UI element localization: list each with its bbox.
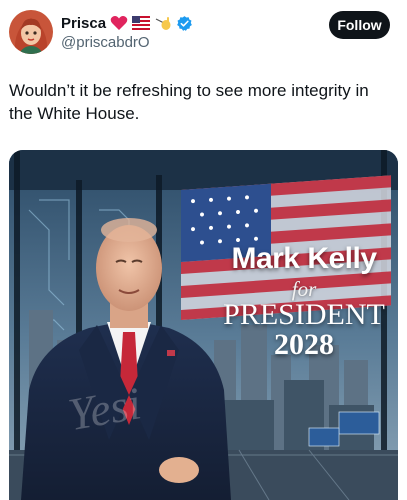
poster-line-year: 2028 (274, 328, 334, 361)
user-handle[interactable]: @priscabdrO (61, 34, 150, 51)
tweet-header: Prisca @priscabdrO Follow (0, 0, 407, 64)
us-flag-icon (132, 16, 151, 30)
poster-line-president: PRESIDENT (223, 298, 385, 331)
display-name[interactable]: Prisca (61, 15, 106, 32)
raised-hand-icon (155, 17, 171, 30)
verified-badge-icon (177, 15, 192, 31)
tweet-image[interactable]: Yesi Mark Kelly for PRESIDENT 2028 (9, 150, 398, 500)
follow-button[interactable]: Follow (329, 11, 390, 39)
poster-line-name: Mark Kelly (231, 242, 377, 275)
avatar-image (9, 10, 53, 54)
tweet-text: Wouldn’t it be refreshing to see more in… (9, 81, 369, 123)
heart-icon (110, 16, 128, 30)
avatar[interactable] (9, 10, 53, 54)
name-row: Prisca (61, 13, 193, 33)
